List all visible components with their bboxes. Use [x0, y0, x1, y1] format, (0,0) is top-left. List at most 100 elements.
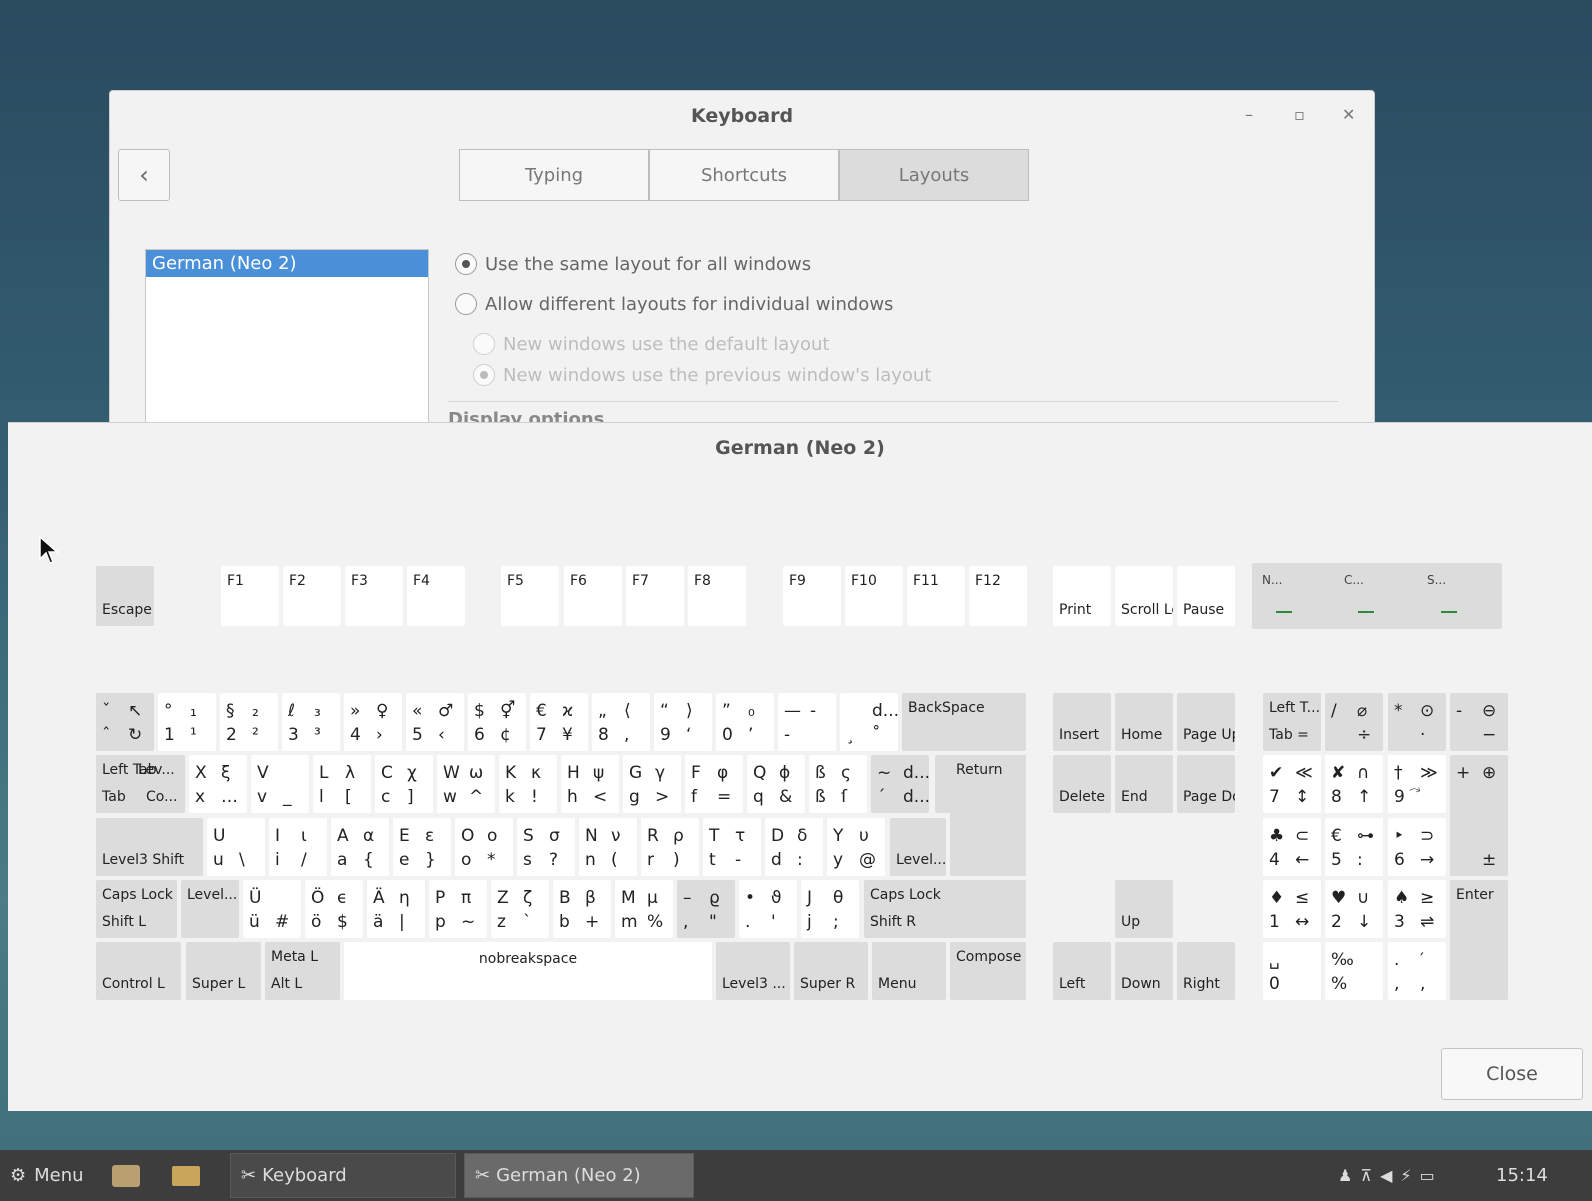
key-delete: Delete — [1053, 755, 1111, 813]
key-escape: Escape — [96, 566, 154, 626]
radio-default-layout[interactable]: New windows use the default layout — [473, 333, 829, 355]
tab-shortcuts[interactable]: Shortcuts — [649, 149, 839, 201]
user-icon[interactable]: ♟ — [1338, 1166, 1360, 1185]
key-space: nobreakspace — [344, 942, 712, 1000]
layout-list[interactable]: German (Neo 2) — [145, 249, 429, 431]
key-symbol: , — [1394, 974, 1400, 994]
key-symbol: o — [461, 850, 472, 870]
key-symbol: ψ — [593, 763, 605, 783]
tab-layouts[interactable]: Layouts — [839, 149, 1029, 201]
key-symbol: I — [275, 826, 281, 846]
key-symbol: d... — [903, 787, 929, 807]
layout-list-item[interactable]: German (Neo 2) — [146, 250, 428, 277]
key-home-10: Yυ y @ — [827, 818, 885, 876]
key-label: F11 — [913, 573, 939, 589]
key-symbol: § — [226, 701, 235, 721]
clock[interactable]: 15:14 — [1496, 1150, 1548, 1201]
key-symbol: ⊕ — [1482, 763, 1497, 783]
key-symbol: * — [1394, 701, 1403, 721]
key-symbol: ρ — [673, 826, 684, 846]
key-symbol: σ — [549, 826, 560, 846]
file-manager-launcher[interactable] — [112, 1150, 140, 1201]
key-home-6: Nν n ( — [579, 818, 637, 876]
key-bottom-6: Mμ m% — [615, 880, 673, 938]
key-label: Meta L — [271, 949, 319, 965]
key-home: Home — [1115, 693, 1173, 751]
key-symbol: « — [412, 701, 423, 721]
tools-icon: ✂ — [241, 1165, 257, 1186]
key-symbol: 9 — [1394, 787, 1405, 807]
key-number-5: « ♂ 5 ‹ — [406, 693, 464, 751]
key-label: F1 — [227, 573, 244, 589]
key-f9: F9 — [783, 566, 841, 626]
close-button[interactable]: Close — [1441, 1048, 1583, 1100]
key-label: Scroll Lock — [1121, 602, 1173, 618]
radio-different-layouts[interactable]: Allow different layouts for individual w… — [455, 293, 893, 315]
key-symbol: C — [381, 763, 393, 783]
folder-launcher[interactable] — [172, 1150, 200, 1201]
network-icon[interactable]: ⊼ — [1360, 1166, 1380, 1185]
key-symbol: ϑ — [771, 888, 782, 908]
key-symbol: ′ — [1420, 950, 1424, 970]
menu-button[interactable]: ⚙ Menu — [10, 1150, 84, 1201]
key-down: Down — [1115, 942, 1173, 1000]
volume-icon[interactable]: ◀ — [1380, 1166, 1400, 1185]
key-symbol: / — [301, 850, 307, 870]
key-label: F12 — [975, 573, 1001, 589]
maximize-button[interactable]: ▫ — [1294, 105, 1305, 124]
minimize-button[interactable]: – — [1245, 105, 1253, 124]
key-symbol: ‰ — [1331, 950, 1354, 970]
key-symbol: ϕ — [779, 763, 791, 783]
key-number-1: ° ₁ 1 ¹ — [158, 693, 216, 751]
key-symbol: θ — [833, 888, 844, 908]
key-label: Tab = — [1269, 727, 1309, 743]
key-numpad-0: ␣ 0 — [1263, 942, 1321, 1000]
key-symbol: φ — [717, 763, 729, 783]
radio-previous-layout[interactable]: New windows use the previous window's la… — [473, 364, 931, 386]
key-symbol: ‹ — [438, 725, 445, 745]
key-symbol: % — [647, 912, 664, 932]
taskbar-window-german-neo2[interactable]: ✂ German (Neo 2) — [464, 1153, 694, 1198]
tools-icon: ✂ — [475, 1165, 491, 1186]
key-symbol: X — [195, 763, 207, 783]
key-super-right: Super R — [794, 942, 868, 1000]
close-window-button[interactable]: ✕ — [1342, 105, 1355, 124]
key-label: Level3 ... — [722, 976, 786, 992]
key-symbol: m — [621, 912, 638, 932]
key-home-9: Dδd: — [765, 818, 823, 876]
key-symbol: ‘ — [686, 725, 692, 745]
key-top-6: Hψ h < — [561, 755, 619, 813]
taskbar-window-keyboard[interactable]: ✂ Keyboard — [230, 1153, 456, 1198]
key-symbol: W — [443, 763, 460, 783]
key-label: Page Down — [1183, 789, 1235, 805]
tab-typing[interactable]: Typing — [459, 149, 649, 201]
key-f2: F2 — [283, 566, 341, 626]
key-level5: Level... — [890, 818, 946, 876]
key-symbol: _ — [283, 787, 292, 807]
led-num-lock-indicator — [1276, 611, 1292, 613]
key-bottom-0: Üü # — [243, 880, 301, 938]
display-icon[interactable]: ▭ — [1420, 1166, 1443, 1185]
key-home-1: Iι i / — [269, 818, 327, 876]
radio-same-layout[interactable]: Use the same layout for all windows — [455, 253, 811, 275]
key-label: Delete — [1059, 789, 1105, 805]
back-button[interactable]: ‹ — [118, 149, 170, 201]
key-symbol: % — [1331, 974, 1348, 994]
key-label: F2 — [289, 573, 306, 589]
radio-icon — [473, 333, 495, 355]
key-bottom-5: Bβ b + — [553, 880, 611, 938]
key-end: End — [1115, 755, 1173, 813]
key-label: Caps Lock — [102, 887, 173, 903]
key-f8: F8 — [688, 566, 746, 626]
key-symbol: ' — [771, 912, 776, 932]
key-numpad-multiply: * ⊙ · — [1388, 693, 1446, 751]
key-symbol: 4 — [350, 725, 361, 745]
key-symbol: ♀ — [376, 701, 389, 721]
key-symbol: ⊖ — [1482, 701, 1497, 721]
power-icon[interactable]: ⚡ — [1400, 1166, 1419, 1185]
taskbar-window-label: Keyboard — [262, 1165, 347, 1186]
key-symbol: ˇ — [102, 701, 111, 721]
key-f3: F3 — [345, 566, 403, 626]
key-bottom-1: Öϵ ö $ — [305, 880, 363, 938]
key-home-7: Rρ r) — [641, 818, 699, 876]
